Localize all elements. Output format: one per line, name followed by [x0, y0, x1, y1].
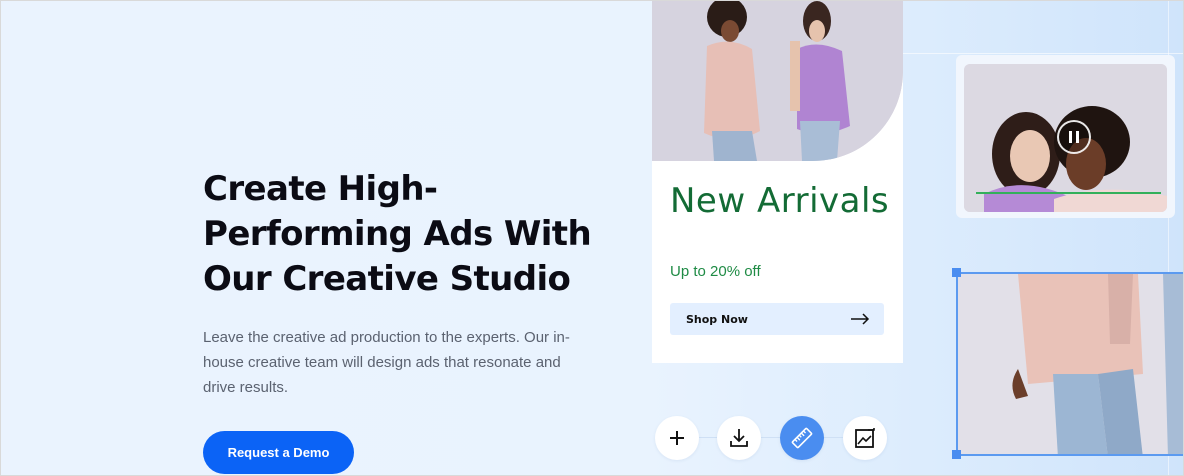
image-edit-tool-button[interactable] — [843, 416, 887, 460]
hero-section: Create High-Performing Ads With Our Crea… — [0, 0, 1184, 476]
ad-discount-text: Up to 20% off — [670, 263, 761, 280]
models-photo — [652, 1, 903, 161]
hero-headline: Create High-Performing Ads With Our Crea… — [203, 169, 592, 299]
resize-handle-top-left[interactable] — [952, 268, 961, 277]
plus-icon — [670, 431, 684, 445]
ad-preview-card: New Arrivals Up to 20% off Shop Now — [652, 1, 903, 363]
selected-canvas-frame[interactable] — [956, 272, 1183, 456]
video-progress-fill — [976, 192, 1161, 194]
request-demo-button[interactable]: Request a Demo — [203, 431, 354, 474]
selected-photo — [958, 274, 1183, 454]
ad-photo — [652, 1, 903, 161]
arrow-right-icon — [851, 313, 870, 325]
hero-description: Leave the creative ad production to the … — [203, 329, 570, 396]
pause-button[interactable] — [1057, 120, 1091, 154]
ruler-icon — [791, 427, 813, 449]
video-preview-card — [956, 55, 1175, 218]
ad-title: New Arrivals — [670, 181, 890, 221]
video-progress-bar[interactable] — [976, 192, 1161, 194]
resize-handle-bottom-left[interactable] — [952, 450, 961, 459]
video-thumbnail — [964, 64, 1167, 212]
shop-now-button[interactable]: Shop Now — [670, 303, 884, 335]
decorative-line — [901, 53, 1183, 54]
download-icon — [730, 429, 748, 447]
shop-now-label: Shop Now — [686, 312, 748, 326]
image-edit-icon — [855, 428, 875, 448]
download-tool-button[interactable] — [717, 416, 761, 460]
ruler-tool-button[interactable] — [780, 416, 824, 460]
add-tool-button[interactable] — [655, 416, 699, 460]
pause-icon — [1069, 131, 1079, 143]
